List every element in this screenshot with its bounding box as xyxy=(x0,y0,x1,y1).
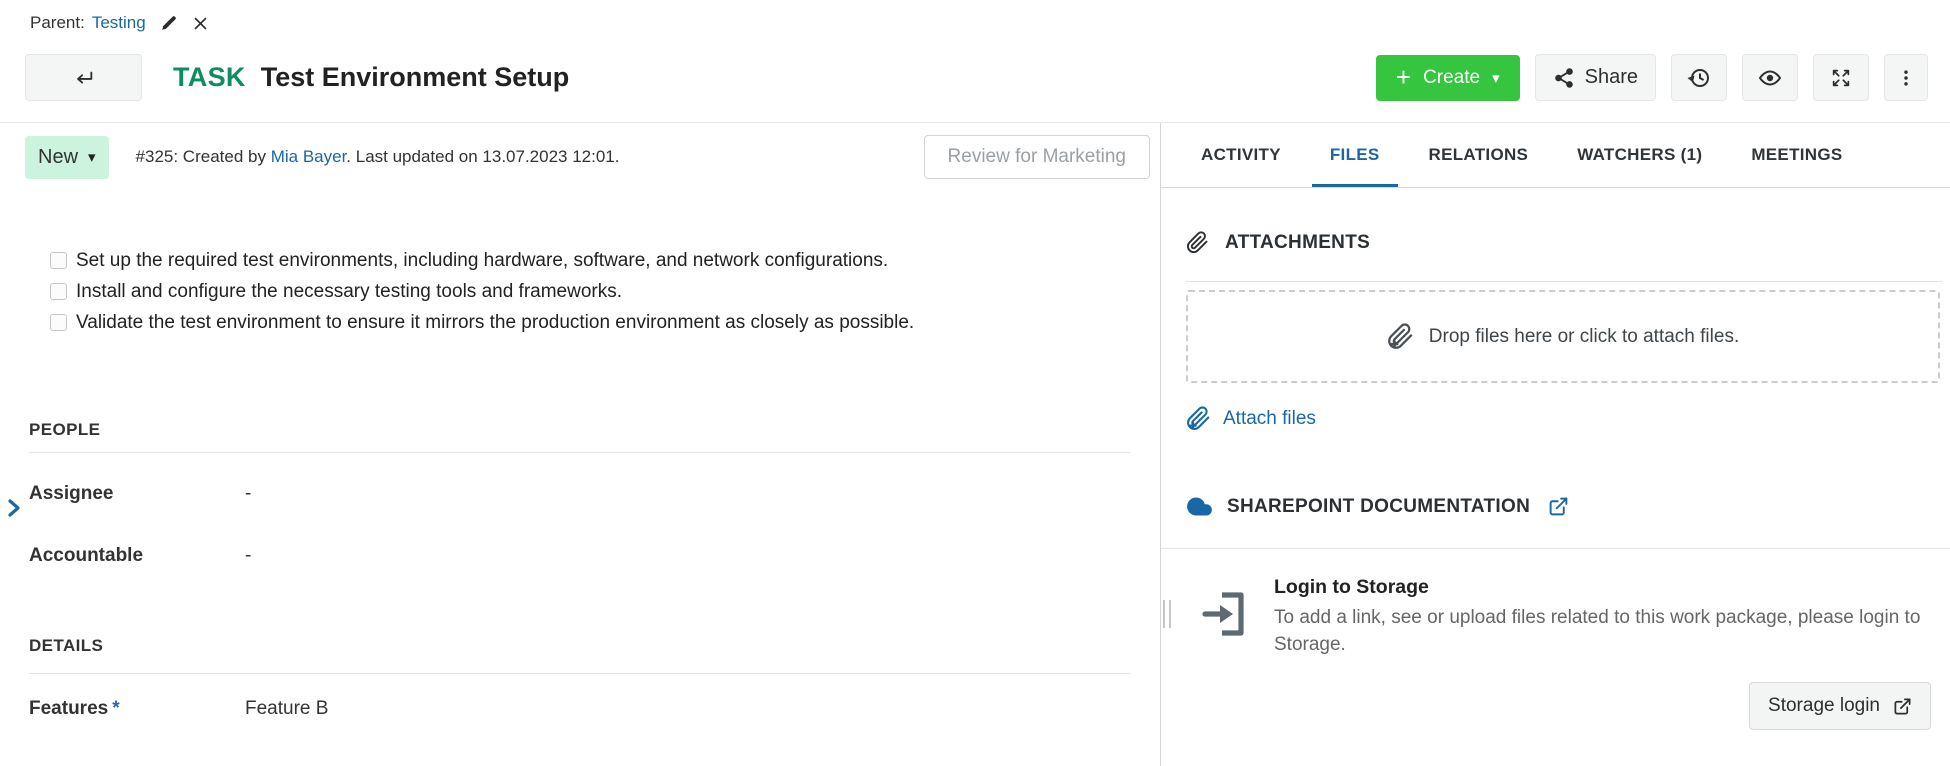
back-arrow-icon xyxy=(73,68,95,88)
create-button[interactable]: + Create ▾ xyxy=(1376,55,1520,101)
checkbox[interactable] xyxy=(50,252,67,269)
breadcrumb: Parent: Testing xyxy=(30,10,209,36)
description-checklist: Set up the required test environments, i… xyxy=(50,245,914,338)
attach-file-icon xyxy=(1186,406,1211,431)
assignee-field: Assignee - xyxy=(29,483,251,505)
parent-label: Parent: xyxy=(30,13,85,33)
storage-login-heading: Login to Storage xyxy=(1274,573,1939,601)
attach-file-icon xyxy=(1387,323,1414,350)
checklist-text: Validate the test environment to ensure … xyxy=(76,312,914,334)
tab-meetings[interactable]: MEETINGS xyxy=(1733,123,1860,187)
divider xyxy=(1161,548,1950,549)
checkbox[interactable] xyxy=(50,283,67,300)
back-button[interactable] xyxy=(25,54,142,101)
external-link-icon xyxy=(1893,697,1912,716)
dropzone-text: Drop files here or click to attach files… xyxy=(1429,326,1739,348)
review-for-marketing-button[interactable]: Review for Marketing xyxy=(924,135,1150,179)
share-icon xyxy=(1553,67,1575,89)
required-marker: * xyxy=(112,698,119,719)
meta-suffix: . Last updated on 13.07.2023 12:01. xyxy=(346,147,619,166)
attachments-heading: ATTACHMENTS xyxy=(1186,231,1370,254)
more-menu-button[interactable] xyxy=(1884,54,1928,101)
share-label: Share xyxy=(1585,66,1638,89)
features-value[interactable]: Feature B xyxy=(245,698,328,720)
tab-activity[interactable]: ACTIVITY xyxy=(1183,123,1299,187)
panel-resize-handle[interactable] xyxy=(1163,600,1171,628)
storage-login-label: Storage login xyxy=(1768,695,1880,717)
chevron-down-icon: ▾ xyxy=(88,148,96,166)
status-value: New xyxy=(38,146,78,169)
accountable-label: Accountable xyxy=(29,545,245,567)
detail-tabs: ACTIVITY FILES RELATIONS WATCHERS (1) ME… xyxy=(1161,123,1950,188)
attach-files-label: Attach files xyxy=(1223,408,1316,430)
external-link-icon[interactable] xyxy=(1548,496,1569,517)
baseline-history-button[interactable] xyxy=(1671,54,1727,101)
sharepoint-heading-text: SHAREPOINT DOCUMENTATION xyxy=(1227,496,1530,518)
share-button[interactable]: Share xyxy=(1535,54,1656,101)
divider xyxy=(29,673,1130,674)
list-item: Validate the test environment to ensure … xyxy=(50,307,914,338)
meta-prefix: #325: Created by xyxy=(136,147,271,166)
attach-files-link[interactable]: Attach files xyxy=(1186,406,1316,431)
checklist-text: Set up the required test environments, i… xyxy=(76,250,888,272)
features-field: Features* Feature B xyxy=(29,698,328,720)
status-dropdown[interactable]: New ▾ xyxy=(25,136,109,179)
create-label: Create xyxy=(1423,67,1480,89)
parent-link[interactable]: Testing xyxy=(92,13,146,33)
storage-login-button[interactable]: Storage login xyxy=(1749,682,1931,730)
checklist-text: Install and configure the necessary test… xyxy=(76,281,622,303)
fullscreen-button[interactable] xyxy=(1813,54,1869,101)
author-link[interactable]: Mia Bayer xyxy=(271,147,347,166)
split-view: New ▾ #325: Created by Mia Bayer. Last u… xyxy=(0,123,1950,766)
features-label-text: Features xyxy=(29,698,108,719)
divider xyxy=(29,452,1130,453)
title-row: TASK Test Environment Setup + Create ▾ S… xyxy=(25,54,1928,101)
people-section-heading: PEOPLE xyxy=(29,420,100,440)
tab-relations[interactable]: RELATIONS xyxy=(1411,123,1547,187)
work-package-main: New ▾ #325: Created by Mia Bayer. Last u… xyxy=(0,123,1160,766)
cloud-icon xyxy=(1186,493,1213,520)
file-dropzone[interactable]: Drop files here or click to attach files… xyxy=(1186,290,1940,383)
edit-parent-icon[interactable] xyxy=(160,14,178,32)
assignee-value[interactable]: - xyxy=(245,483,251,505)
list-item: Install and configure the necessary test… xyxy=(50,276,914,307)
attachments-heading-text: ATTACHMENTS xyxy=(1225,232,1370,254)
kebab-menu-icon xyxy=(1896,67,1916,89)
paperclip-icon xyxy=(1186,231,1209,254)
features-label: Features* xyxy=(29,698,245,720)
remove-parent-icon[interactable] xyxy=(192,15,209,32)
chevron-right-icon[interactable] xyxy=(4,497,24,519)
files-side-panel: ACTIVITY FILES RELATIONS WATCHERS (1) ME… xyxy=(1160,123,1950,766)
meta-info: #325: Created by Mia Bayer. Last updated… xyxy=(136,147,620,167)
tab-watchers[interactable]: WATCHERS (1) xyxy=(1559,123,1720,187)
fullscreen-icon xyxy=(1830,67,1852,89)
chevron-down-icon: ▾ xyxy=(1492,69,1500,87)
checkbox[interactable] xyxy=(50,314,67,331)
watch-button[interactable] xyxy=(1742,54,1798,101)
divider xyxy=(1186,281,1942,282)
assignee-label: Assignee xyxy=(29,483,245,505)
toolbar: + Create ▾ Share xyxy=(1376,54,1928,101)
history-clock-icon xyxy=(1687,66,1711,90)
work-package-type[interactable]: TASK xyxy=(173,62,246,93)
page-title[interactable]: Test Environment Setup xyxy=(261,62,570,93)
login-icon xyxy=(1201,585,1249,643)
tab-files[interactable]: FILES xyxy=(1312,123,1398,187)
eye-icon xyxy=(1758,66,1782,90)
plus-icon: + xyxy=(1396,64,1411,90)
storage-login-info: Login to Storage To add a link, see or u… xyxy=(1274,573,1939,658)
status-row: New ▾ #325: Created by Mia Bayer. Last u… xyxy=(25,135,1150,179)
accountable-field: Accountable - xyxy=(29,545,251,567)
details-section-heading: DETAILS xyxy=(29,636,103,656)
list-item: Set up the required test environments, i… xyxy=(50,245,914,276)
storage-login-description: To add a link, see or upload files relat… xyxy=(1274,605,1939,658)
sharepoint-section-heading: SHAREPOINT DOCUMENTATION xyxy=(1186,493,1569,520)
accountable-value[interactable]: - xyxy=(245,545,251,567)
work-package-detail-page: Parent: Testing TASK Test Environment Se… xyxy=(0,0,1950,766)
